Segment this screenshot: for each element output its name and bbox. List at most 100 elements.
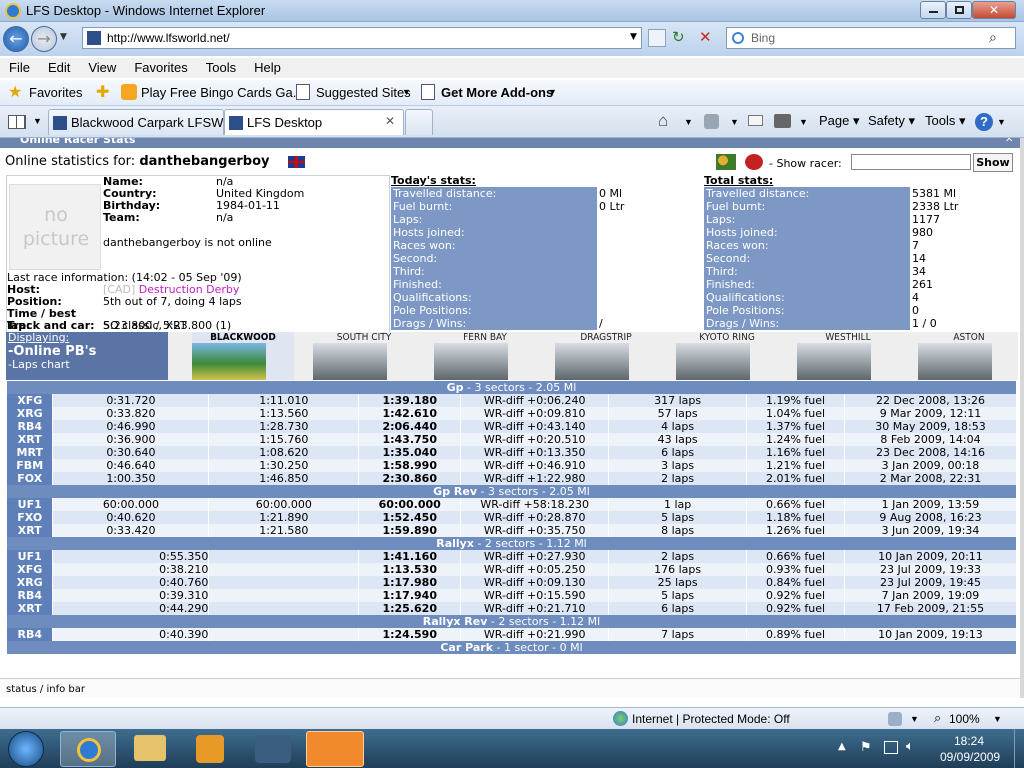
lfs-site-icon — [229, 116, 243, 130]
history-dropdown-icon[interactable]: ▼ — [60, 32, 67, 42]
favorites-button[interactable]: Favorites — [29, 85, 82, 100]
minimize-button[interactable] — [920, 1, 946, 19]
feeds-icon[interactable] — [704, 114, 719, 129]
menu-tools[interactable]: Tools — [197, 58, 245, 75]
track-thumbnail[interactable]: WESTHILL — [797, 332, 899, 380]
laps-cell: 4 laps — [608, 420, 748, 433]
chevron-down-icon[interactable]: ▼ — [910, 714, 919, 724]
security-zone[interactable]: Internet | Protected Mode: Off — [632, 712, 790, 726]
favorite-link-add-ons[interactable]: Get More Add-ons — [441, 85, 553, 100]
car-cell: XRT — [7, 524, 54, 537]
track-thumbnail[interactable]: FERN BAY — [434, 332, 536, 380]
laps-chart-link[interactable]: -Laps chart — [6, 359, 168, 371]
menu-view[interactable]: View — [79, 58, 125, 75]
show-racer-input[interactable] — [851, 154, 971, 170]
chevron-down-icon[interactable]: ▼ — [684, 117, 693, 127]
taskbar: ▲ ⚑ 🔈︎ 18:24 09/09/2009 — [0, 729, 1024, 768]
zoom-icon[interactable]: ⌕ — [934, 710, 941, 726]
safety-menu-label: Safety — [868, 113, 905, 128]
close-tab-icon[interactable]: ✕ — [385, 114, 395, 128]
tab-blackwood-carpark[interactable]: Blackwood Carpark LFSW - ... — [48, 109, 224, 135]
tools-menu[interactable]: Tools ▾ — [925, 113, 966, 129]
stat-row: Races won: — [391, 239, 703, 252]
track-thumbnail[interactable]: DRAGSTRIP — [555, 332, 657, 380]
protected-mode-icon[interactable] — [888, 712, 902, 726]
fuel-cell: 0.66% fuel — [746, 550, 845, 563]
menu-edit[interactable]: Edit — [39, 58, 79, 75]
zoom-level[interactable]: 100% — [949, 712, 980, 726]
address-dropdown-icon[interactable]: ▼ — [630, 32, 637, 42]
clock-date[interactable]: 09/09/2009 — [940, 750, 1000, 764]
stat-row: Drags / Wins: / — [391, 317, 703, 330]
taskbar-three-icon[interactable] — [306, 731, 364, 767]
compatibility-view-icon[interactable] — [648, 29, 666, 47]
stop-icon[interactable]: ✕ — [699, 28, 712, 46]
show-desktop-button[interactable] — [1014, 729, 1024, 768]
track-thumbnail[interactable]: ASTON — [918, 332, 1020, 380]
lfs-site-icon — [53, 116, 67, 130]
split-1-cell: 0:33.820 — [52, 407, 210, 420]
print-icon[interactable] — [774, 114, 791, 128]
taskbar-explorer-icon[interactable] — [134, 735, 166, 761]
volume-icon[interactable]: 🔈︎ — [906, 739, 914, 754]
favorite-link-bingo[interactable]: Play Free Bingo Cards Ga... — [141, 85, 304, 100]
chevron-down-icon[interactable]: ▼ — [799, 117, 808, 127]
search-field[interactable]: Bing ⌕ — [726, 27, 1016, 49]
stat-label: Travelled distance: — [704, 187, 910, 200]
mail-icon[interactable] — [748, 115, 763, 126]
panel-close-icon[interactable]: ✕ — [1005, 138, 1013, 145]
split-1-cell: 0:46.990 — [52, 420, 210, 433]
chevron-down-icon[interactable]: ▼ — [548, 87, 557, 97]
clock-time[interactable]: 18:24 — [954, 734, 984, 748]
tab-list-dropdown-icon[interactable]: ▼ — [33, 116, 42, 126]
stat-row: Pole Positions: 0 — [704, 304, 1018, 317]
chevron-down-icon[interactable]: ▼ — [993, 714, 1002, 724]
track-name: BLACKWOOD — [210, 332, 276, 343]
taskbar-ie-icon[interactable] — [60, 731, 116, 767]
action-center-flag-icon[interactable]: ⚑ — [860, 740, 872, 755]
page-scrollbar[interactable] — [1020, 138, 1024, 698]
show-button[interactable]: Show — [973, 153, 1013, 172]
wr-diff-cell: WR-diff +0:27.930 — [460, 550, 610, 563]
add-favorite-icon[interactable]: ✚ — [96, 82, 109, 102]
racer-options-icon[interactable] — [745, 154, 763, 170]
track-thumbnail[interactable]: BLACKWOOD — [192, 332, 294, 380]
menu-help[interactable]: Help — [245, 58, 290, 75]
track-thumbnail[interactable]: SOUTH CITY — [313, 332, 415, 380]
refresh-icon[interactable]: ↻ — [672, 28, 685, 46]
section-desc: - 3 sectors - 2.05 Ml — [463, 381, 577, 394]
quick-tabs-icon[interactable] — [8, 115, 26, 129]
stat-row: Qualifications: 4 — [704, 291, 1018, 304]
back-button[interactable]: ← — [3, 26, 29, 52]
help-icon[interactable]: ? — [975, 113, 993, 131]
chevron-down-icon[interactable]: ▼ — [997, 117, 1006, 127]
menu-file[interactable]: File — [0, 58, 39, 75]
taskbar-lfs-icon[interactable] — [255, 735, 291, 763]
start-button[interactable] — [8, 731, 44, 767]
new-tab-button[interactable] — [405, 109, 433, 135]
favorite-link-suggested-sites[interactable]: Suggested Sites — [316, 85, 411, 100]
taskbar-media-player-icon[interactable] — [196, 735, 224, 763]
online-pbs-link[interactable]: -Online PB's — [6, 344, 168, 359]
todays-stats-title: Today's stats: — [391, 174, 476, 187]
network-icon[interactable] — [884, 741, 898, 754]
buddies-icon[interactable] — [716, 154, 736, 170]
search-icon[interactable]: ⌕ — [989, 29, 997, 46]
chevron-down-icon[interactable]: ▼ — [402, 87, 411, 97]
track-thumbnail[interactable]: KYOTO RING — [676, 332, 778, 380]
table-row: XRT 0:33.420 1:21.580 1:59.890 WR-diff +0:35… — [7, 524, 1017, 537]
chevron-down-icon[interactable]: ▼ — [730, 117, 739, 127]
page-menu[interactable]: Page ▾ — [819, 113, 860, 129]
stat-label: Hosts joined: — [391, 226, 597, 239]
menu-favorites[interactable]: Favorites — [125, 58, 196, 75]
forward-button[interactable]: → — [31, 26, 57, 52]
show-hidden-icons-icon[interactable]: ▲ — [838, 741, 846, 752]
maximize-button[interactable] — [946, 1, 972, 19]
close-window-button[interactable]: ✕ — [972, 1, 1016, 19]
tab-lfs-desktop[interactable]: LFS Desktop ✕ — [224, 109, 404, 135]
no-picture-text: no picture — [22, 204, 90, 250]
address-field[interactable]: http://www.lfsworld.net/ — [82, 27, 642, 49]
home-icon[interactable]: ⌂ — [658, 111, 668, 131]
fuel-cell: 0.84% fuel — [746, 576, 845, 589]
safety-menu[interactable]: Safety ▾ — [868, 113, 915, 129]
